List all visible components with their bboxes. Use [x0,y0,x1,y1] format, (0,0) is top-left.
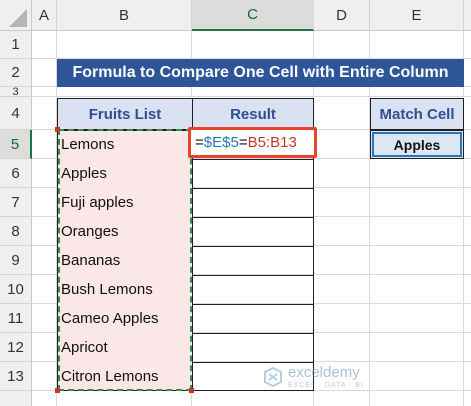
match-cell-header[interactable]: Match Cell [370,98,464,130]
row-header-6[interactable]: 6 [0,159,32,188]
formula-ref-match: $E$5 [203,134,239,151]
watermark-tagline: EXCEL · DATA · BI [288,382,364,389]
result-row-line [193,304,314,305]
column-header-e[interactable]: E [370,0,464,31]
result-row-line [193,217,314,218]
row-header-5[interactable]: 5 [0,130,32,159]
column-header-d[interactable]: D [314,0,370,31]
gridline [32,96,471,97]
result-row-line [193,246,314,247]
select-all-triangle-icon [9,9,27,27]
formula-operator: = [238,134,248,151]
row-header-13[interactable]: 13 [0,362,32,391]
row-header-10[interactable]: 10 [0,275,32,304]
row-header-1[interactable]: 1 [0,31,32,59]
column-header-c[interactable]: C [192,0,314,31]
range-handle[interactable] [55,388,60,393]
table-divider [192,130,193,391]
row-header-12[interactable]: 12 [0,333,32,362]
result-header[interactable]: Result [192,98,314,130]
exceldemy-watermark: exceldemy EXCEL · DATA · BI [262,360,392,394]
exceldemy-logo-icon [264,366,282,388]
fruits-list-header[interactable]: Fruits List [57,98,193,130]
gridline [369,31,370,406]
row-header-7[interactable]: 7 [0,188,32,217]
gridline [463,31,464,406]
range-handle[interactable] [189,388,194,393]
column-header-f[interactable] [464,0,471,31]
match-cell-value[interactable]: Apples [372,132,462,157]
row-header-4[interactable]: 4 [0,97,32,130]
watermark-brand: exceldemy [288,364,360,381]
row-header-9[interactable]: 9 [0,246,32,275]
formula-equals: = [195,134,204,151]
formula-cell[interactable]: = $E$5 = B5:B13 [188,127,317,158]
formula-ref-range: B5:B13 [247,134,297,151]
column-header-b[interactable]: B [57,0,192,31]
row-header-14[interactable] [0,391,32,406]
select-all-corner[interactable] [0,0,32,31]
column-header-a[interactable]: A [32,0,57,31]
range-reference-outline [58,129,192,391]
row-header-8[interactable]: 8 [0,217,32,246]
result-row-line [193,188,314,189]
row-header-11[interactable]: 11 [0,304,32,333]
row-header-2[interactable]: 2 [0,59,32,87]
result-row-line [193,333,314,334]
row-header-3[interactable]: 3 [0,86,32,98]
range-handle[interactable] [55,127,60,132]
title-banner: Formula to Compare One Cell with Entire … [57,59,464,87]
result-row-line [193,275,314,276]
result-row-line [193,159,314,160]
